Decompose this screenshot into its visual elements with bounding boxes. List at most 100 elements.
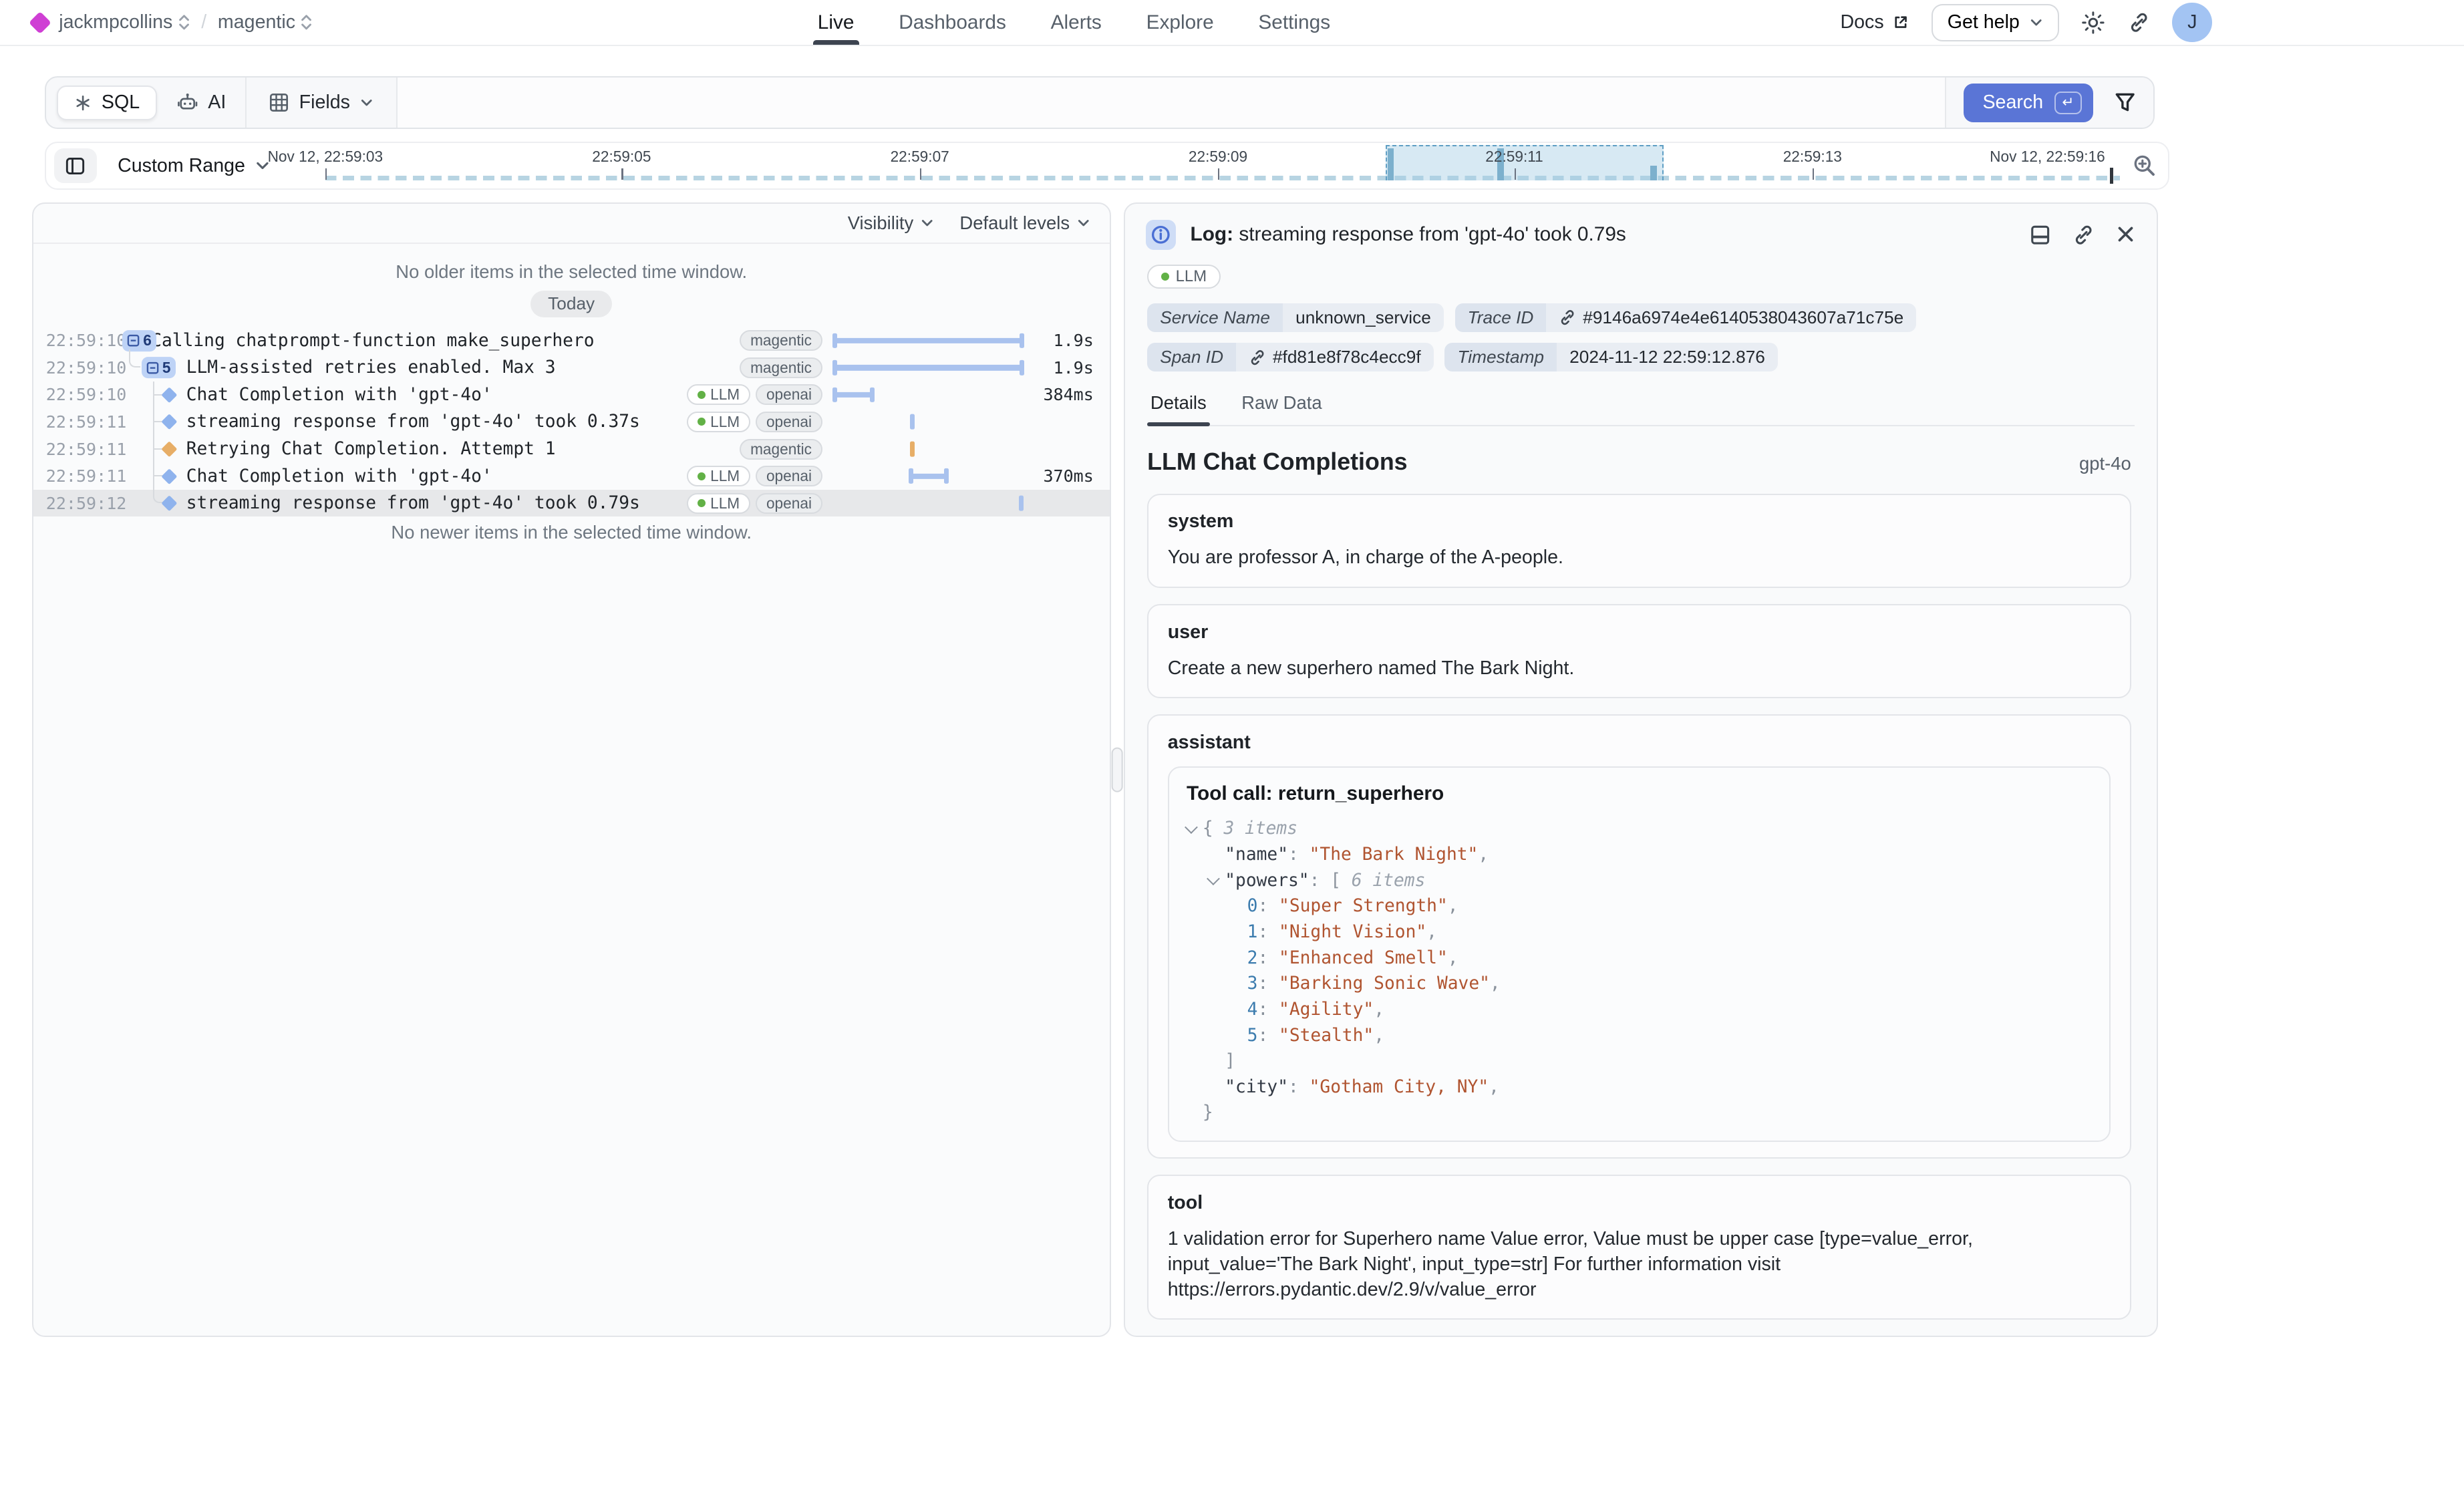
timeline-tick-mark	[621, 168, 623, 180]
json-line: 2: "Enhanced Smell",	[1187, 945, 2092, 972]
search-actions: Search ↵	[1945, 78, 2154, 128]
timeline: Custom Range Nov 12, 22:59:0322:59:0522:…	[45, 142, 2169, 190]
detail-tab-details[interactable]: Details	[1147, 392, 1209, 425]
time-range-dropdown[interactable]: Custom Range	[118, 155, 271, 177]
avatar[interactable]: J	[2172, 3, 2212, 43]
collapse-chevron-icon[interactable]	[1207, 872, 1220, 885]
panel-resizer[interactable]	[1111, 202, 1124, 1337]
close-button[interactable]	[2115, 224, 2136, 246]
log-rows: 22:59:106Calling chatprompt-function mak…	[33, 327, 1110, 517]
query-mode-group: SQL AI	[46, 78, 245, 128]
tab-dashboards[interactable]: Dashboards	[899, 0, 1006, 45]
avatar-initial: J	[2187, 11, 2197, 33]
collapse-chevron-icon[interactable]	[1185, 820, 1198, 834]
tab-settings[interactable]: Settings	[1258, 0, 1330, 45]
log-row[interactable]: 22:59:106Calling chatprompt-function mak…	[33, 327, 1110, 355]
json-key: "name"	[1225, 845, 1288, 865]
detail-body: LLM Chat Completions gpt-4o systemYou ar…	[1125, 426, 2157, 1336]
log-message: Calling chatprompt-function make_superhe…	[151, 331, 740, 351]
get-help-button[interactable]: Get help	[1932, 4, 2059, 41]
json-punct: ,	[1448, 948, 1458, 968]
tab-live[interactable]: Live	[818, 0, 855, 45]
json-line: 0: "Super Strength",	[1187, 893, 2092, 919]
json-index: 4	[1247, 1000, 1258, 1020]
meta-pill-span-id[interactable]: Span ID#fd81e8f78c4ecc9f	[1147, 343, 1434, 371]
log-tree	[120, 408, 186, 436]
meta-pill-timestamp[interactable]: Timestamp2024-11-12 22:59:12.876	[1444, 343, 1778, 371]
copy-link-button[interactable]	[2072, 224, 2095, 246]
message-role: user	[1168, 621, 2111, 643]
tab-alerts[interactable]: Alerts	[1051, 0, 1102, 45]
log-row[interactable]: 22:59:11 Chat Completion with 'gpt-4o' LLM…	[33, 462, 1110, 490]
json-meta: 6 items	[1352, 871, 1426, 891]
table-panel-icon	[2029, 224, 2051, 246]
timeline-tick-label: 22:59:05	[592, 148, 651, 166]
timeline-axis[interactable]: Nov 12, 22:59:0322:59:0522:59:0722:59:09…	[257, 143, 2120, 188]
share-link-button[interactable]	[2128, 11, 2150, 33]
collapse-badge[interactable]: 5	[142, 357, 176, 378]
zoom-in-button[interactable]	[2133, 154, 2157, 178]
org-switcher[interactable]: jackmpcollins	[59, 11, 190, 33]
badge-label: openai	[766, 386, 812, 404]
log-tree	[120, 436, 186, 463]
log-timestamp: 22:59:11	[46, 466, 120, 486]
log-list: No older items in the selected time wind…	[33, 244, 1110, 1336]
collapse-badge[interactable]: 6	[122, 330, 156, 351]
ai-label: AI	[208, 92, 226, 114]
log-message: Retrying Chat Completion. Attempt 1	[186, 439, 740, 459]
visibility-dropdown[interactable]: Visibility	[848, 212, 935, 234]
log-row[interactable]: 22:59:10Chat Completion with 'gpt-4o'LLM…	[33, 382, 1110, 409]
span-bar	[834, 365, 1023, 370]
json-punct: }	[1203, 1102, 1213, 1123]
detail-tab-raw-data[interactable]: Raw Data	[1238, 392, 1325, 425]
attribute-badge: openai	[756, 412, 823, 432]
view-in-context-button[interactable]	[2029, 224, 2051, 246]
badge-label: LLM	[710, 467, 740, 485]
green-dot-icon	[698, 499, 706, 507]
log-message: Chat Completion with 'gpt-4o'	[186, 466, 687, 486]
search-bar: SQL AI Fields Search ↵	[45, 76, 2155, 129]
filter-button[interactable]	[2114, 92, 2136, 114]
tab-explore[interactable]: Explore	[1146, 0, 1214, 45]
log-row[interactable]: 22:59:12streaming response from 'gpt-4o'…	[33, 490, 1110, 517]
brand-logo-icon	[29, 11, 51, 34]
fields-dropdown[interactable]: Fields	[245, 78, 398, 128]
sidebar-toggle-button[interactable]	[54, 148, 97, 183]
json-punct: ,	[1448, 896, 1458, 916]
meta-pill-trace-id[interactable]: Trace ID#9146a6974e4e6140538043607a71c75…	[1455, 303, 1917, 332]
link-icon	[1249, 349, 1266, 366]
json-index: 3	[1247, 974, 1258, 994]
project-switcher[interactable]: magentic	[218, 11, 313, 33]
log-timestamp: 22:59:10	[46, 331, 120, 350]
model-label: gpt-4o	[2079, 453, 2131, 474]
meta-pill-service-name[interactable]: Service Nameunknown_service	[1147, 303, 1444, 332]
log-row[interactable]: 22:59:11Retrying Chat Completion. Attemp…	[33, 436, 1110, 463]
message-text: Create a new superhero named The Bark Ni…	[1168, 656, 2111, 682]
log-row[interactable]: 22:59:11streaming response from 'gpt-4o'…	[33, 408, 1110, 436]
query-input[interactable]	[398, 78, 1944, 128]
span-bar-area	[832, 436, 1027, 463]
json-index: 1	[1247, 922, 1258, 942]
levels-dropdown[interactable]: Default levels	[959, 212, 1090, 234]
sql-mode-button[interactable]: SQL	[57, 86, 156, 120]
attribute-badge: LLM	[687, 466, 751, 486]
ai-mode-button[interactable]: AI	[176, 92, 226, 114]
badge-label: magentic	[750, 331, 812, 349]
message-card-assistant: assistantTool call: return_superhero{ 3 …	[1147, 714, 2131, 1159]
json-punct: ,	[1489, 1077, 1499, 1097]
json-line: 4: "Agility",	[1187, 997, 2092, 1023]
log-message: streaming response from 'gpt-4o' took 0.…	[186, 493, 687, 513]
tree-connector	[153, 448, 162, 450]
theme-toggle-button[interactable]	[2081, 11, 2105, 35]
tool-call-box: Tool call: return_superhero{ 3 items"nam…	[1168, 766, 2111, 1141]
log-row[interactable]: 22:59:105LLM-assisted retries enabled. M…	[33, 354, 1110, 382]
log-toolbar: Visibility Default levels	[33, 204, 1110, 244]
detail-tabs: Details Raw Data	[1147, 392, 2134, 426]
badge-label: magentic	[750, 440, 812, 458]
docs-link[interactable]: Docs	[1840, 11, 1909, 33]
llm-badge-label: LLM	[1176, 267, 1207, 286]
json-punct: :	[1257, 1000, 1279, 1020]
json-punct: :	[1257, 974, 1279, 994]
search-button[interactable]: Search ↵	[1964, 84, 2093, 122]
search-label: Search	[1982, 92, 2043, 114]
